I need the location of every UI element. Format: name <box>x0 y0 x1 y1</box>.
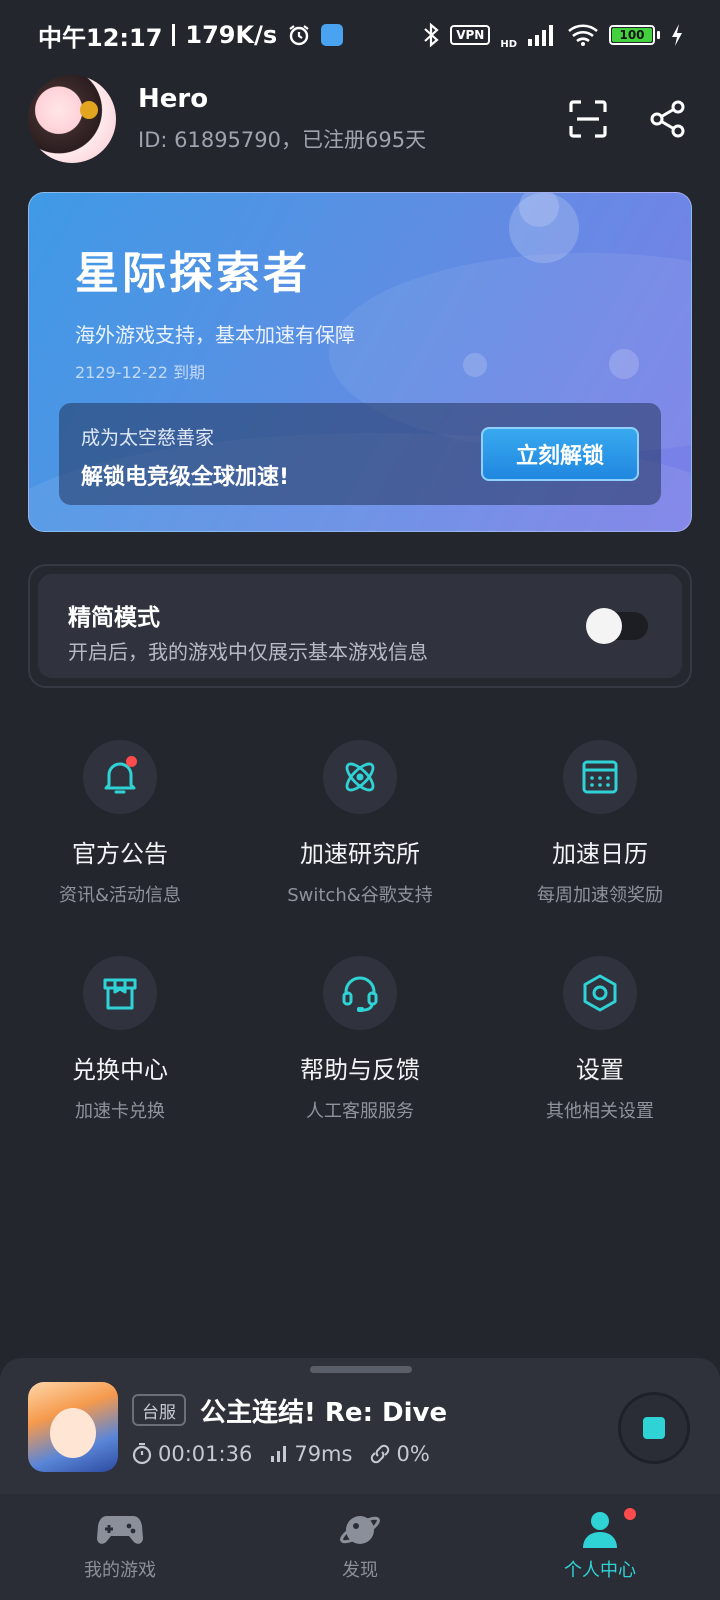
scan-button[interactable] <box>568 99 608 139</box>
battery-indicator: 100 <box>609 25 660 45</box>
alarm-icon <box>289 25 309 46</box>
status-separator <box>172 24 176 46</box>
latency-icon <box>271 1446 287 1462</box>
promo-title: 解锁电竞级全球加速! <box>81 465 290 490</box>
game-stats: 00:01:36 79ms 0% <box>132 1442 430 1466</box>
atom-icon <box>345 762 375 792</box>
feature-announcements[interactable]: 官方公告 资讯&活动信息 <box>0 740 240 956</box>
calendar-icon <box>582 760 618 794</box>
membership-title: 星际探索者 <box>75 248 310 299</box>
headset-icon <box>342 976 378 1012</box>
simple-mode-toggle[interactable] <box>586 608 648 644</box>
feature-subtitle: 其他相关设置 <box>546 1101 654 1122</box>
status-net-speed: 179K/s <box>185 21 278 49</box>
now-playing-bar[interactable]: 台服 公主连结! Re: Dive 00:01:36 79ms 0% <box>0 1358 720 1494</box>
nav-discover[interactable]: 发现 <box>240 1494 480 1600</box>
packet-loss-icon <box>371 1444 390 1464</box>
notification-app-icon <box>321 24 344 46</box>
feature-subtitle: 人工客服服务 <box>306 1101 414 1122</box>
feature-title: 加速研究所 <box>300 840 420 868</box>
avatar[interactable] <box>28 75 116 163</box>
feature-title: 设置 <box>576 1056 624 1084</box>
scan-icon <box>569 100 607 138</box>
vpn-indicator: VPN <box>450 25 491 45</box>
upgrade-promo: 成为太空慈善家 解锁电竞级全球加速! 立刻解锁 <box>59 403 661 505</box>
feature-calendar[interactable]: 加速日历 每周加速领奖励 <box>480 740 720 956</box>
feature-subtitle: 加速卡兑换 <box>75 1101 165 1122</box>
feature-research-lab[interactable]: 加速研究所 Switch&谷歌支持 <box>240 740 480 956</box>
bluetooth-icon <box>424 22 439 48</box>
feature-grid: 官方公告 资讯&活动信息 加速研究所 Switch&谷歌支持 加速日历 每周加速… <box>0 740 720 1172</box>
feature-title: 加速日历 <box>552 840 648 868</box>
feature-subtitle: 资讯&活动信息 <box>58 885 182 906</box>
stop-acceleration-button[interactable] <box>618 1392 690 1464</box>
feature-title: 官方公告 <box>72 840 168 868</box>
feature-title: 帮助与反馈 <box>300 1056 420 1084</box>
drag-handle[interactable] <box>310 1366 412 1373</box>
battery-level: 100 <box>612 28 652 42</box>
nav-label: 个人中心 <box>564 1560 636 1581</box>
feature-subtitle: Switch&谷歌支持 <box>287 885 433 906</box>
feature-title: 兑换中心 <box>72 1056 168 1084</box>
feature-settings[interactable]: 设置 其他相关设置 <box>480 956 720 1172</box>
wifi-icon <box>568 24 598 46</box>
server-tag: 台服 <box>132 1394 186 1426</box>
membership-card[interactable]: 星际探索者 海外游戏支持，基本加速有保障 2129-12-22 到期 成为太空慈… <box>28 192 692 532</box>
game-title: 公主连结! Re: Dive <box>200 1398 448 1428</box>
username[interactable]: Hero <box>138 84 568 114</box>
nav-profile[interactable]: 个人中心 <box>480 1494 720 1600</box>
feature-redeem-center[interactable]: 兑换中心 加速卡兑换 <box>0 956 240 1172</box>
simple-mode-section: 精简模式 开启后，我的游戏中仅展示基本游戏信息 <box>28 564 692 688</box>
session-duration: 00:01:36 <box>158 1442 253 1466</box>
planet-icon <box>340 1516 380 1544</box>
settings-hex-icon <box>583 974 617 1012</box>
screen: 中午12:17 179K/s VPN HD 100 Hero ID: 61895… <box>0 0 720 1600</box>
signal-icon <box>528 25 553 46</box>
user-id: ID: 61895790，已注册695天 <box>138 128 427 152</box>
nav-label: 我的游戏 <box>84 1560 156 1581</box>
nav-my-games[interactable]: 我的游戏 <box>0 1494 240 1600</box>
packet-loss-value: 0% <box>396 1442 430 1466</box>
share-icon <box>650 100 685 138</box>
timer-icon <box>132 1443 152 1465</box>
notification-dot <box>126 756 137 767</box>
notification-dot <box>624 1508 636 1520</box>
profile-header: Hero ID: 61895790，已注册695天 <box>28 74 692 164</box>
simple-mode-description: 开启后，我的游戏中仅展示基本游戏信息 <box>68 640 428 664</box>
feature-subtitle: 每周加速领奖励 <box>537 885 663 906</box>
simple-mode-title: 精简模式 <box>68 605 160 631</box>
toggle-knob <box>586 608 622 644</box>
gift-box-icon <box>103 978 137 1010</box>
feature-help-feedback[interactable]: 帮助与反馈 人工客服服务 <box>240 956 480 1172</box>
hd-indicator: HD <box>500 38 517 50</box>
share-button[interactable] <box>648 99 688 139</box>
stop-icon <box>643 1417 665 1439</box>
game-cover-image[interactable] <box>28 1382 118 1472</box>
promo-subtitle: 成为太空慈善家 <box>81 427 215 449</box>
status-time: 中午12:17 <box>38 23 163 52</box>
person-icon <box>583 1512 617 1548</box>
nav-label: 发现 <box>342 1560 378 1581</box>
membership-description: 海外游戏支持，基本加速有保障 <box>75 323 355 347</box>
simple-mode-card: 精简模式 开启后，我的游戏中仅展示基本游戏信息 <box>38 574 682 678</box>
bottom-navigation: 我的游戏 发现 个人中心 <box>0 1494 720 1600</box>
charging-icon <box>672 24 682 46</box>
latency-value: 79ms <box>294 1442 353 1466</box>
unlock-button[interactable]: 立刻解锁 <box>481 427 639 481</box>
gamepad-icon <box>97 1516 143 1544</box>
membership-expiry: 2129-12-22 到期 <box>75 363 206 382</box>
status-bar: 中午12:17 179K/s VPN HD 100 <box>0 0 720 70</box>
